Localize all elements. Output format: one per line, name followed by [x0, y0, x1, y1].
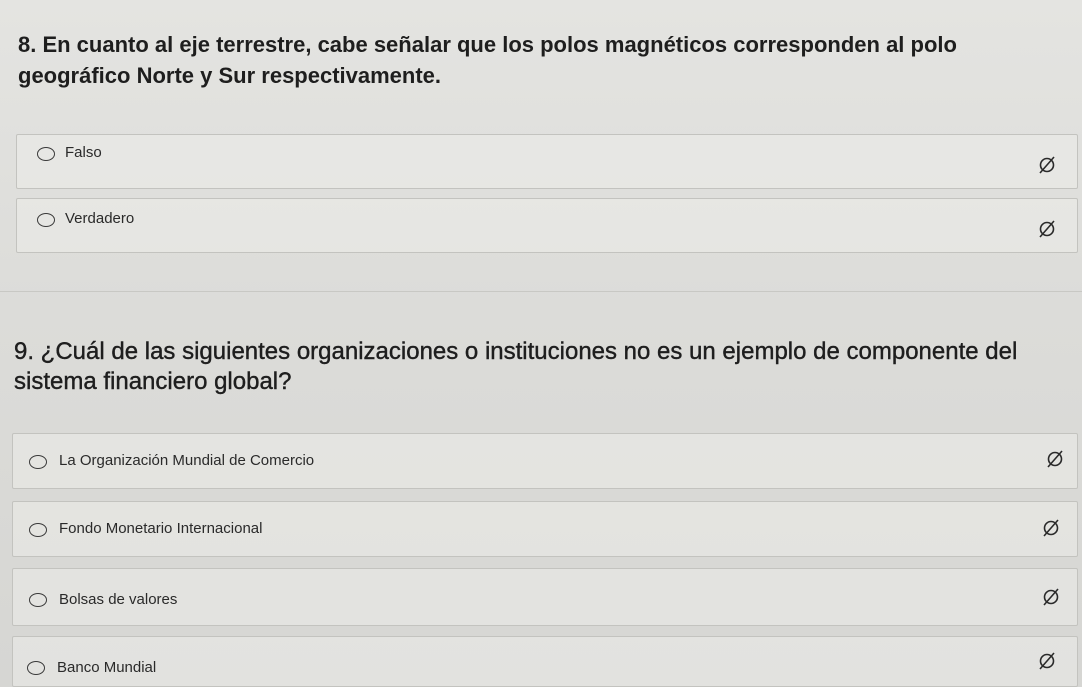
question-9-title: 9. ¿Cuál de las siguientes organizacione… [14, 338, 1018, 395]
question-8-title: 8. En cuanto al eje terrestre, cabe seña… [18, 32, 957, 88]
option-label: Fondo Monetario Internacional [59, 520, 263, 537]
empty-set-clear-icon[interactable] [1041, 587, 1061, 607]
option-label: Falso [65, 144, 102, 161]
empty-set-clear-icon[interactable] [1041, 518, 1061, 538]
quiz-page: { "questions": [ { "title": "8. En cuant… [0, 0, 1082, 687]
empty-set-clear-icon[interactable] [1037, 155, 1057, 175]
option-bolsas[interactable]: Bolsas de valores [12, 568, 1078, 626]
radio-button[interactable] [29, 455, 47, 469]
radio-button[interactable] [29, 523, 47, 537]
empty-set-clear-icon[interactable] [1045, 449, 1065, 469]
option-omc[interactable]: La Organización Mundial de Comercio [12, 433, 1078, 489]
option-falso[interactable]: Falso [16, 134, 1078, 189]
option-label: Banco Mundial [57, 659, 157, 676]
option-verdadero[interactable]: Verdadero [16, 198, 1078, 253]
option-banco-mundial[interactable]: Banco Mundial [12, 636, 1078, 687]
section-divider [0, 291, 1082, 292]
radio-button[interactable] [37, 213, 55, 227]
radio-button[interactable] [37, 147, 55, 161]
empty-set-clear-icon[interactable] [1037, 219, 1057, 239]
option-label: Verdadero [65, 210, 135, 227]
empty-set-clear-icon[interactable] [1037, 651, 1057, 671]
radio-button[interactable] [27, 661, 45, 675]
radio-button[interactable] [29, 593, 47, 607]
option-label: La Organización Mundial de Comercio [59, 452, 315, 469]
option-fmi[interactable]: Fondo Monetario Internacional [12, 501, 1078, 557]
option-label: Bolsas de valores [59, 591, 178, 608]
